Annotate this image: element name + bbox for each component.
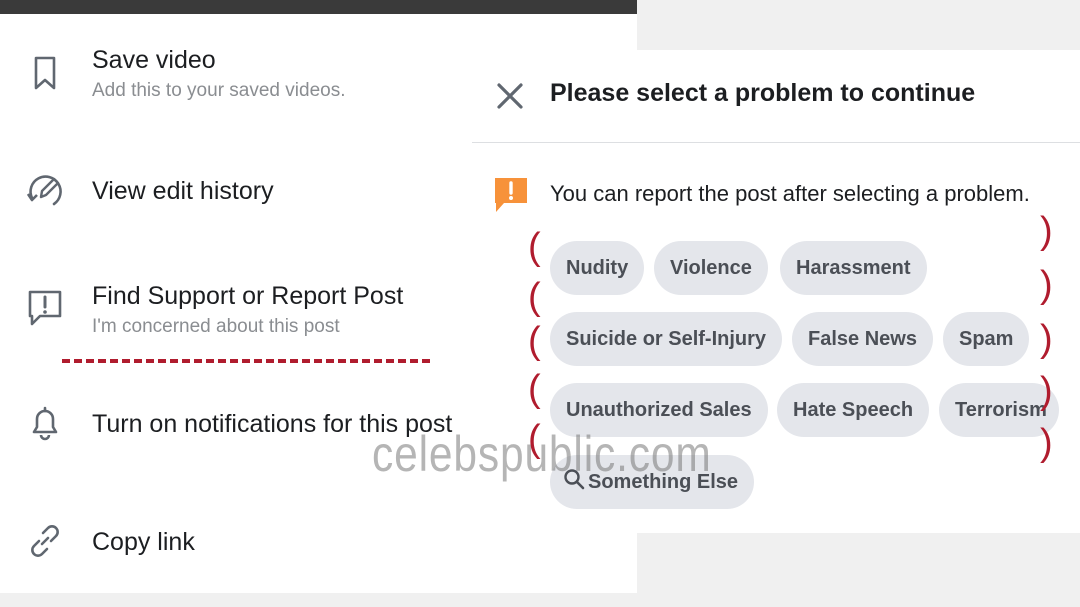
annotation-bracket-left: ( bbox=[528, 226, 541, 268]
annotation-bracket-left: ( bbox=[528, 320, 541, 362]
dialog-title: Please select a problem to continue bbox=[550, 79, 976, 107]
problem-chip-hate-speech[interactable]: Hate Speech bbox=[777, 383, 930, 437]
menu-item-title: Find Support or Report Post bbox=[92, 282, 404, 310]
divider bbox=[472, 142, 1080, 143]
problem-chip-harassment[interactable]: Harassment bbox=[780, 241, 927, 295]
menu-item-title: Copy link bbox=[92, 528, 195, 556]
bookmark-icon bbox=[24, 52, 66, 94]
annotation-bracket-right: ) bbox=[1040, 370, 1053, 412]
problem-chip-false-news[interactable]: False News bbox=[792, 312, 933, 366]
problem-chip-nudity[interactable]: Nudity bbox=[550, 241, 645, 295]
annotation-dashed-underline bbox=[62, 359, 430, 363]
annotation-bracket-right: ) bbox=[1040, 318, 1053, 360]
info-text: You can report the post after selecting … bbox=[550, 181, 1030, 206]
problem-chip-violence[interactable]: Violence bbox=[654, 241, 768, 295]
link-icon bbox=[24, 520, 66, 562]
menu-item-subtitle: I'm concerned about this post bbox=[92, 316, 340, 337]
menu-item-title: View edit history bbox=[92, 177, 274, 205]
alert-icon bbox=[492, 175, 530, 215]
close-icon[interactable] bbox=[494, 80, 526, 112]
annotation-bracket-left: ( bbox=[528, 368, 541, 410]
annotation-bracket-right: ) bbox=[1040, 210, 1053, 252]
problem-chip-spam[interactable]: Spam bbox=[943, 312, 1030, 366]
menu-item-title: Save video bbox=[92, 46, 216, 74]
annotation-bracket-right: ) bbox=[1040, 264, 1053, 306]
edit-history-icon bbox=[24, 170, 66, 212]
watermark: celebspublic.com bbox=[372, 426, 712, 482]
annotation-bracket-left: ( bbox=[528, 276, 541, 318]
video-preview-strip bbox=[0, 0, 637, 14]
bell-icon bbox=[24, 402, 66, 444]
problem-chip-suicide-self-injury[interactable]: Suicide or Self-Injury bbox=[550, 312, 783, 366]
report-icon bbox=[24, 286, 66, 328]
menu-item-subtitle: Add this to your saved videos. bbox=[92, 80, 346, 101]
annotation-bracket-right: ) bbox=[1040, 422, 1053, 464]
